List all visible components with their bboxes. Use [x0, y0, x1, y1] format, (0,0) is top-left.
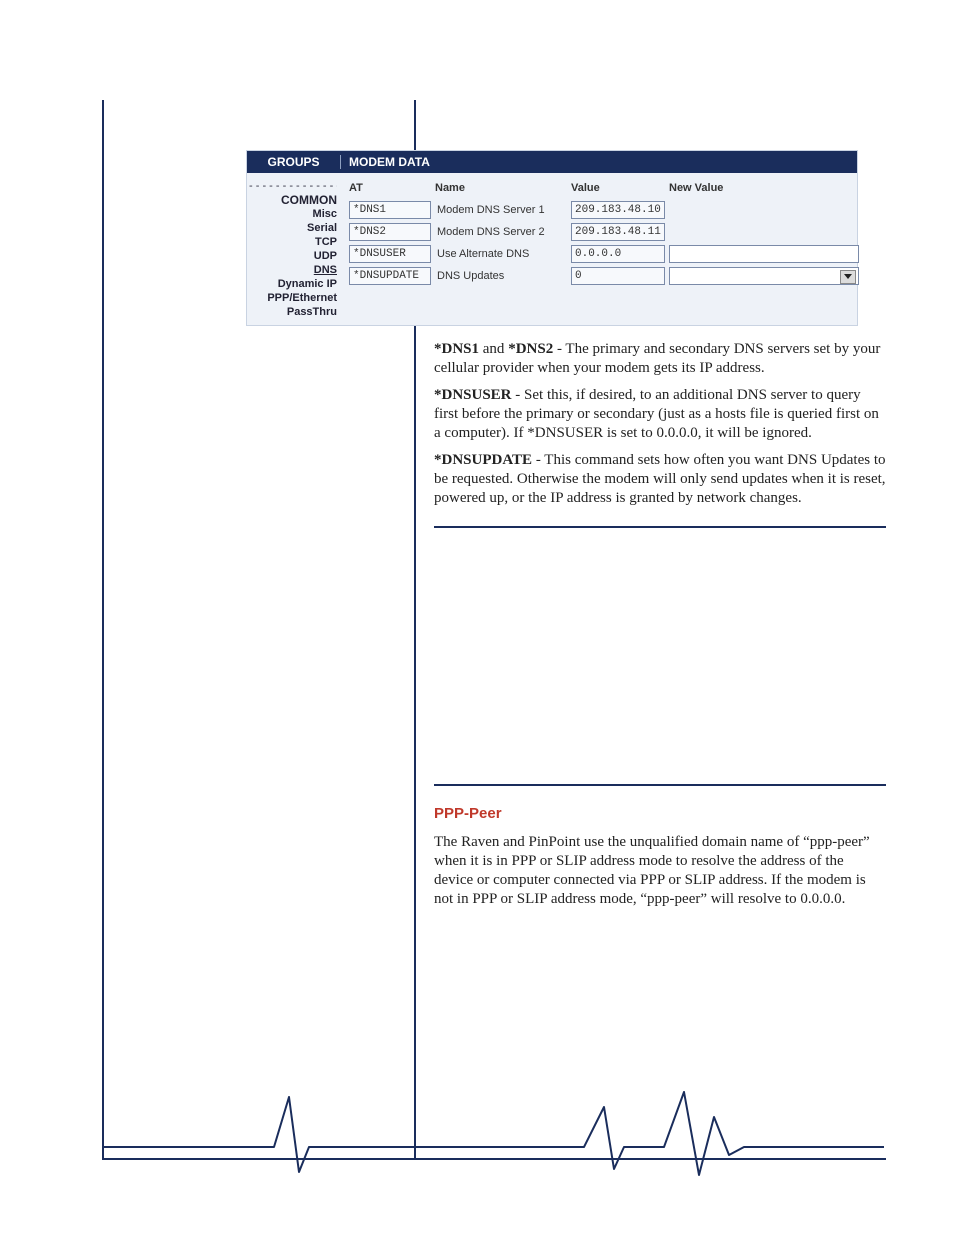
col-new-value: New Value	[669, 182, 859, 194]
sidebar-item-passthru[interactable]: PassThru	[249, 305, 337, 319]
col-value: Value	[571, 182, 665, 194]
value-cell: 0	[571, 267, 665, 285]
text: and	[479, 341, 508, 357]
grid-header-row: AT Name Value New Value	[349, 177, 859, 199]
header-groups: GROUPS	[247, 155, 341, 169]
body-content: *DNS1 and *DNS2 - The primary and second…	[434, 340, 886, 917]
paragraph-ppp-peer: The Raven and PinPoint use the unqualifi…	[434, 833, 886, 909]
sidebar-item-misc[interactable]: Misc	[249, 207, 337, 221]
at-cell: *DNS2	[349, 223, 431, 241]
paragraph-dns1-dns2: *DNS1 and *DNS2 - The primary and second…	[434, 340, 886, 378]
new-value-input[interactable]	[669, 245, 859, 263]
section-title-ppp-peer: PPP-Peer	[434, 804, 886, 823]
paragraph-dnsuser: *DNSUSER - Set this, if desired, to an a…	[434, 386, 886, 443]
name-cell: Modem DNS Server 2	[435, 226, 567, 238]
value-cell: 0.0.0.0	[571, 245, 665, 263]
sidebar-item-dynamic-ip[interactable]: Dynamic IP	[249, 277, 337, 291]
table-row: *DNS1 Modem DNS Server 1 209.183.48.10	[349, 199, 859, 221]
modem-table-header: GROUPS MODEM DATA	[247, 151, 857, 173]
value-cell: 209.183.48.10	[571, 201, 665, 219]
col-at: AT	[349, 182, 431, 194]
dnsupdate-select[interactable]	[669, 267, 859, 285]
header-modem-data: MODEM DATA	[341, 155, 857, 169]
bold-dns2: *DNS2	[508, 341, 553, 357]
sidebar-heading-common: COMMON	[249, 193, 337, 207]
sidebar-item-tcp[interactable]: TCP	[249, 235, 337, 249]
sidebar-item-dns[interactable]: DNS	[249, 263, 337, 277]
table-row: *DNSUPDATE DNS Updates 0	[349, 265, 859, 287]
at-cell: *DNSUSER	[349, 245, 431, 263]
table-row: *DNSUSER Use Alternate DNS 0.0.0.0	[349, 243, 859, 265]
groups-sidebar: - - - - - - - - - - - - - - COMMON Misc …	[247, 173, 341, 325]
sidebar-item-serial[interactable]: Serial	[249, 221, 337, 235]
bold-dnsupdate: *DNSUPDATE	[434, 452, 532, 468]
column-separator	[414, 100, 416, 152]
name-cell: Modem DNS Server 1	[435, 204, 567, 216]
at-cell: *DNS1	[349, 201, 431, 219]
chevron-down-icon	[844, 274, 852, 279]
bold-dnsuser: *DNSUSER	[434, 387, 512, 403]
sidebar-item-udp[interactable]: UDP	[249, 249, 337, 263]
modem-grid: AT Name Value New Value *DNS1 Modem DNS …	[341, 173, 865, 325]
bold-dns1: *DNS1	[434, 341, 479, 357]
paragraph-dnsupdate: *DNSUPDATE - This command sets how often…	[434, 451, 886, 508]
name-cell: DNS Updates	[435, 270, 567, 282]
section-divider	[434, 784, 886, 786]
sidebar-item-ppp-ethernet[interactable]: PPP/Ethernet	[249, 291, 337, 305]
dnsuser-input[interactable]	[669, 245, 859, 263]
section-divider	[434, 526, 886, 528]
sidebar-divider: - - - - - - - - - - - - - -	[249, 179, 337, 193]
col-name: Name	[435, 182, 567, 194]
value-cell: 209.183.48.11	[571, 223, 665, 241]
name-cell: Use Alternate DNS	[435, 248, 567, 260]
at-cell: *DNSUPDATE	[349, 267, 431, 285]
table-row: *DNS2 Modem DNS Server 2 209.183.48.11	[349, 221, 859, 243]
blank-space	[434, 546, 886, 766]
modem-data-table: GROUPS MODEM DATA - - - - - - - - - - - …	[246, 150, 858, 326]
column-separator	[414, 320, 416, 1160]
